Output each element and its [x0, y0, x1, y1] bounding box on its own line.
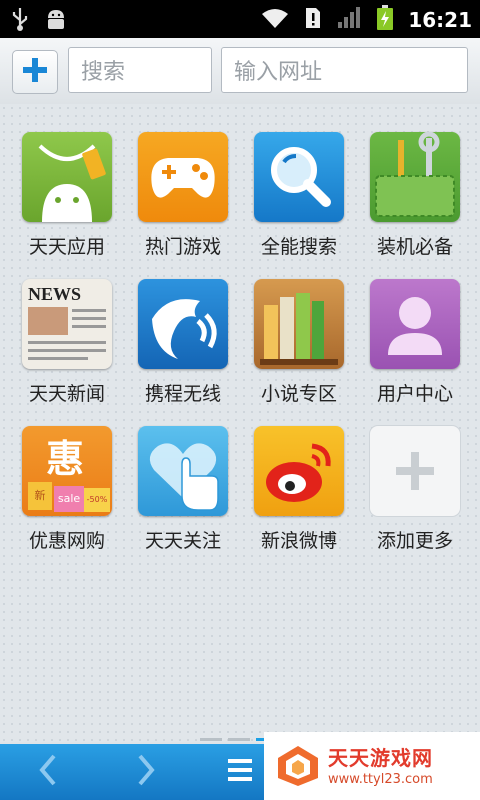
wifi-icon — [260, 6, 290, 34]
grid-item-label: 携程无线 — [144, 383, 221, 405]
grid-item-label: 小说专区 — [260, 383, 337, 405]
hui-character: 惠 — [46, 437, 85, 481]
grid-item-label: 热门游戏 — [144, 236, 221, 258]
watermark-url: www.ttyl23.com — [328, 772, 433, 787]
gamepad-icon — [138, 132, 228, 222]
usb-icon — [10, 6, 30, 36]
browser-toolbar: 搜索 输入网址 — [0, 38, 480, 105]
sim-alert-icon — [304, 6, 322, 34]
android-debug-icon — [44, 6, 68, 36]
new-tag: 新 — [28, 482, 52, 510]
search-input[interactable]: 搜索 — [68, 47, 212, 93]
watermark-logo-icon — [276, 744, 320, 792]
grid-item-deals[interactable]: 惠 新 sale -50% 优惠网购 — [2, 426, 118, 566]
back-button[interactable] — [18, 744, 78, 800]
tools-pocket-icon — [370, 132, 460, 222]
status-left-icons — [10, 6, 68, 36]
grid-item-label: 添加更多 — [376, 530, 453, 552]
back-arrow-icon — [36, 753, 60, 791]
grid-item-label: 全能搜索 — [260, 236, 337, 258]
page-dot — [228, 738, 250, 741]
watermark-title: 天天游戏网 — [328, 746, 433, 770]
weibo-icon — [254, 426, 344, 516]
grid-item-label: 天天关注 — [144, 530, 221, 552]
signal-icon — [336, 6, 362, 34]
page-dot — [200, 738, 222, 741]
grid-item-search[interactable]: 全能搜索 — [234, 132, 350, 272]
quick-launch-grid: 天天应用 热门游戏 全能搜索 装机必备 NEWS 天天新闻 携程无线 小说专区 … — [0, 104, 480, 742]
grid-item-news[interactable]: NEWS 天天新闻 — [2, 279, 118, 419]
menu-icon — [226, 756, 254, 788]
grid-item-follow[interactable]: 天天关注 — [118, 426, 234, 566]
forward-button[interactable] — [116, 744, 176, 800]
magnifier-globe-icon — [254, 132, 344, 222]
grid-item-weibo[interactable]: 新浪微博 — [234, 426, 350, 566]
battery-charging-icon — [376, 5, 394, 35]
grid-item-label: 用户中心 — [376, 383, 453, 405]
status-right-icons: 16:21 — [260, 5, 472, 35]
grid-item-apps[interactable]: 天天应用 — [2, 132, 118, 272]
plus-icon — [22, 57, 48, 87]
grid-item-label: 天天新闻 — [28, 383, 105, 405]
grid-item-user-center[interactable]: 用户中心 — [350, 279, 466, 419]
status-time: 16:21 — [408, 8, 472, 32]
android-shopping-bag-icon — [22, 132, 112, 222]
watermark: 天天游戏网 www.ttyl23.com — [264, 732, 480, 800]
newspaper-icon: NEWS — [22, 279, 112, 369]
heart-hand-icon — [138, 426, 228, 516]
dolphin-icon — [138, 279, 228, 369]
grid-item-novels[interactable]: 小说专区 — [234, 279, 350, 419]
forward-arrow-icon — [134, 753, 158, 791]
grid-item-ctrip[interactable]: 携程无线 — [118, 279, 234, 419]
status-bar: 16:21 — [0, 0, 480, 38]
sale-tag: sale — [54, 486, 84, 512]
grid-item-add-more[interactable]: 添加更多 — [350, 426, 466, 566]
shopping-bags-sale-icon: 惠 新 sale -50% — [22, 426, 112, 516]
grid-item-label: 装机必备 — [376, 236, 453, 258]
user-silhouette-icon — [370, 279, 460, 369]
url-input[interactable]: 输入网址 — [221, 47, 468, 93]
books-icon — [254, 279, 344, 369]
discount-tag: -50% — [84, 488, 110, 512]
add-more-icon — [370, 426, 460, 516]
grid-item-label: 天天应用 — [28, 236, 105, 258]
grid-item-essentials[interactable]: 装机必备 — [350, 132, 466, 272]
menu-button[interactable] — [210, 744, 270, 800]
grid-item-label: 优惠网购 — [28, 530, 105, 552]
grid-item-games[interactable]: 热门游戏 — [118, 132, 234, 272]
add-button[interactable] — [12, 50, 58, 94]
grid-item-label: 新浪微博 — [260, 530, 337, 552]
